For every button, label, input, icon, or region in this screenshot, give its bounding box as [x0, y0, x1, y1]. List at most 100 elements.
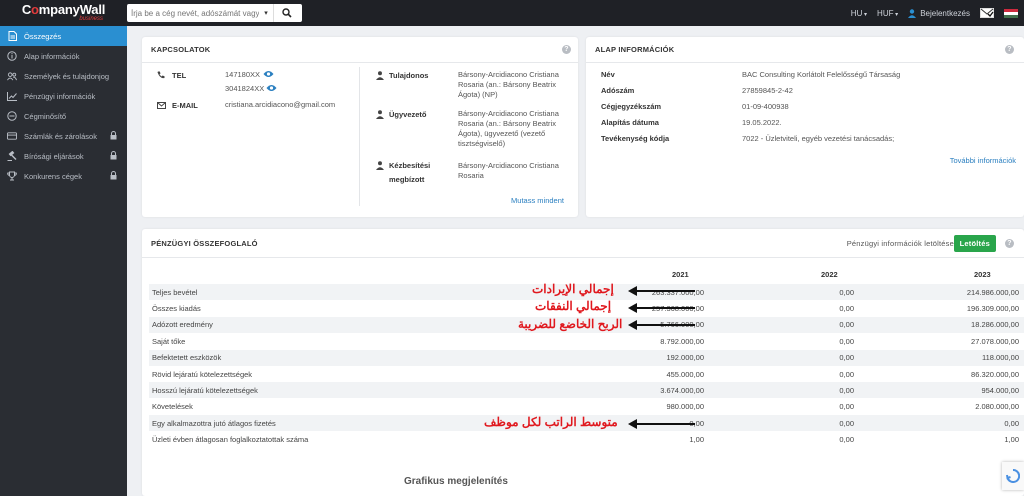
brand-part: o — [31, 2, 39, 17]
download-button[interactable]: Letöltés — [953, 235, 996, 252]
cell-2021: 0,00 — [839, 303, 854, 313]
cell-2022: 980.000,00 — [666, 402, 704, 412]
search-icon — [281, 8, 292, 18]
tel-label: TEL — [172, 71, 187, 80]
cell-2023: 86.320.000,00 — [971, 369, 1019, 379]
sidebar-item-competitors[interactable]: Konkurens cégek — [0, 166, 127, 186]
language-dropdown[interactable]: HU — [851, 9, 867, 18]
envelope-check-icon[interactable] — [980, 8, 994, 18]
sidebar-item-accounts[interactable]: Számlák és zárolások — [0, 126, 127, 146]
cell-2022: 1,00 — [689, 435, 704, 445]
eye-icon[interactable] — [263, 70, 274, 78]
cell-2023: 0,00 — [1004, 418, 1019, 428]
cell-2021: 0,00 — [839, 336, 854, 346]
cell-2023: 214.986.000,00 — [966, 287, 1019, 297]
registry-label: Cégjegyzékszám — [601, 102, 662, 111]
row-label: Üzleti évben átlagosan foglalkoztatottak… — [152, 435, 309, 445]
help-icon[interactable]: ? — [1005, 45, 1014, 54]
arrow-icon — [628, 320, 695, 330]
search-button[interactable] — [273, 4, 299, 22]
cell-2023: 2.080.000,00 — [975, 402, 1019, 412]
email-label: E-MAIL — [172, 101, 198, 110]
email-value[interactable]: cristiana.arcidiacono@gmail.com — [225, 100, 335, 110]
contacts-divider — [359, 67, 360, 206]
lock-icon — [110, 151, 117, 162]
financial-summary-card: PÉNZÜGYI ÖSSZEFOGLALÓ Pénzügyi informáci… — [142, 229, 1024, 496]
cell-2022: 192.000,00 — [666, 353, 704, 363]
contacts-header: KAPCSOLATOK ? — [142, 37, 578, 63]
show-all-link[interactable]: Mutass mindent — [511, 196, 564, 205]
name-value: BAC Consulting Korlátolt Felelősségű Tár… — [742, 70, 901, 79]
basic-info-title: ALAP INFORMÁCIÓK — [595, 45, 675, 54]
eye-icon[interactable] — [266, 84, 277, 92]
tel-value-2: 3041824XX — [225, 84, 265, 93]
manager-value: Bársony-Arcidiacono Cristiana Rosaria (a… — [458, 109, 559, 148]
sidebar-item-label: Pénzügyi információk — [24, 91, 96, 101]
table-row: Befektetett eszközök 0,00 192.000,00 118.00… — [149, 349, 1024, 366]
cell-2023: 18.286.000,00 — [971, 320, 1019, 330]
table-row: Rövid lejáratú kötelezettségek 0,00 455.00… — [149, 366, 1024, 382]
row-label: Adózott eredmény — [152, 320, 213, 330]
table-row: Üzleti évben átlagosan foglalkoztatottak… — [149, 432, 1024, 448]
recaptcha-icon — [1006, 469, 1020, 483]
arrow-icon — [628, 419, 695, 429]
brand-name: CompanyWall — [22, 2, 105, 17]
table-row: Követelések 0,00 980.000,00 2.080.000,00 — [149, 399, 1024, 415]
sidebar-item-label: Alap információk — [24, 51, 80, 61]
sidebar-item-persons[interactable]: Személyek és tulajdonjog — [0, 66, 127, 86]
search-input[interactable] — [127, 4, 259, 22]
registry-value: 01-09-400938 — [742, 102, 789, 111]
tel-value-1: 147180XX — [225, 70, 261, 79]
cell-2023: 196.309.000,00 — [966, 303, 1019, 313]
row-label: Egy alkalmazottra jutó átlagos fizetés — [152, 418, 276, 428]
person-icon — [376, 161, 384, 170]
year-header-2023: 2023 — [974, 270, 991, 279]
table-row: Hosszú lejáratú kötelezettségek 0,00 3.674… — [149, 382, 1024, 399]
row-label: Követelések — [152, 402, 193, 412]
cell-2022: 263.337.000,00 — [651, 287, 704, 297]
sidebar-item-label: Bírósági eljárások — [24, 151, 84, 161]
table-row: Saját tőke 0,00 8.792.000,00 27.078.000,00 — [149, 333, 1024, 349]
sidebar-item-label: Cégminősítő — [24, 111, 67, 121]
annotation-total-revenue: إجمالي الإيرادات — [532, 282, 614, 296]
lock-icon — [110, 131, 117, 142]
cell-2022: 8.792.000,00 — [660, 336, 704, 346]
help-icon[interactable]: ? — [562, 45, 571, 54]
more-info-link[interactable]: További információk — [950, 156, 1016, 165]
sidebar-item-finance[interactable]: Pénzügyi információk — [0, 86, 127, 106]
cell-2022: 3.674.000,00 — [660, 385, 704, 395]
user-icon — [908, 8, 917, 18]
row-label: Saját tőke — [152, 336, 186, 346]
info-icon — [7, 51, 17, 61]
sidebar-item-court[interactable]: Bírósági eljárások — [0, 146, 127, 166]
cell-2021: 0,00 — [839, 435, 854, 445]
sidebar-item-label: Konkurens cégek — [24, 171, 82, 181]
person-icon — [376, 110, 384, 119]
sidebar: Összegzés Alap információk Személyek és … — [0, 26, 127, 496]
annotation-avg-salary: متوسط الراتب لكل موظف — [484, 415, 618, 429]
sidebar-item-rating[interactable]: Cégminősítő — [0, 106, 127, 126]
cell-2021: 0,00 — [839, 353, 854, 363]
financial-title: PÉNZÜGYI ÖSSZEFOGLALÓ — [151, 238, 258, 248]
cell-2021: 0,00 — [839, 418, 854, 428]
sidebar-item-summary[interactable]: Összegzés — [0, 26, 127, 46]
download-text: Pénzügyi információk letöltése — [846, 238, 954, 248]
delivery-label: Kézbesítési — [389, 161, 431, 170]
cell-2021: 0,00 — [839, 402, 854, 412]
contacts-title: KAPCSOLATOK — [151, 45, 211, 54]
chart-icon — [7, 91, 17, 101]
document-icon — [7, 31, 17, 41]
help-icon[interactable]: ? — [1005, 238, 1014, 248]
logo[interactable]: CompanyWall business — [0, 0, 127, 26]
login-link[interactable]: Bejelentkezés — [908, 9, 970, 18]
recaptcha-badge[interactable] — [1002, 462, 1024, 490]
currency-dropdown[interactable]: HUF — [877, 9, 898, 18]
sidebar-item-basic-info[interactable]: Alap információk — [0, 46, 127, 66]
cell-2021: 0,00 — [839, 385, 854, 395]
row-label: Összes kiadás — [152, 303, 201, 313]
tax-number-value: 27859845-2-42 — [742, 86, 793, 95]
cell-2021: 0,00 — [839, 320, 854, 330]
search-type-dropdown[interactable]: ▾ — [259, 9, 273, 17]
name-label: Név — [601, 70, 615, 79]
hungary-flag-icon[interactable] — [1004, 8, 1018, 18]
